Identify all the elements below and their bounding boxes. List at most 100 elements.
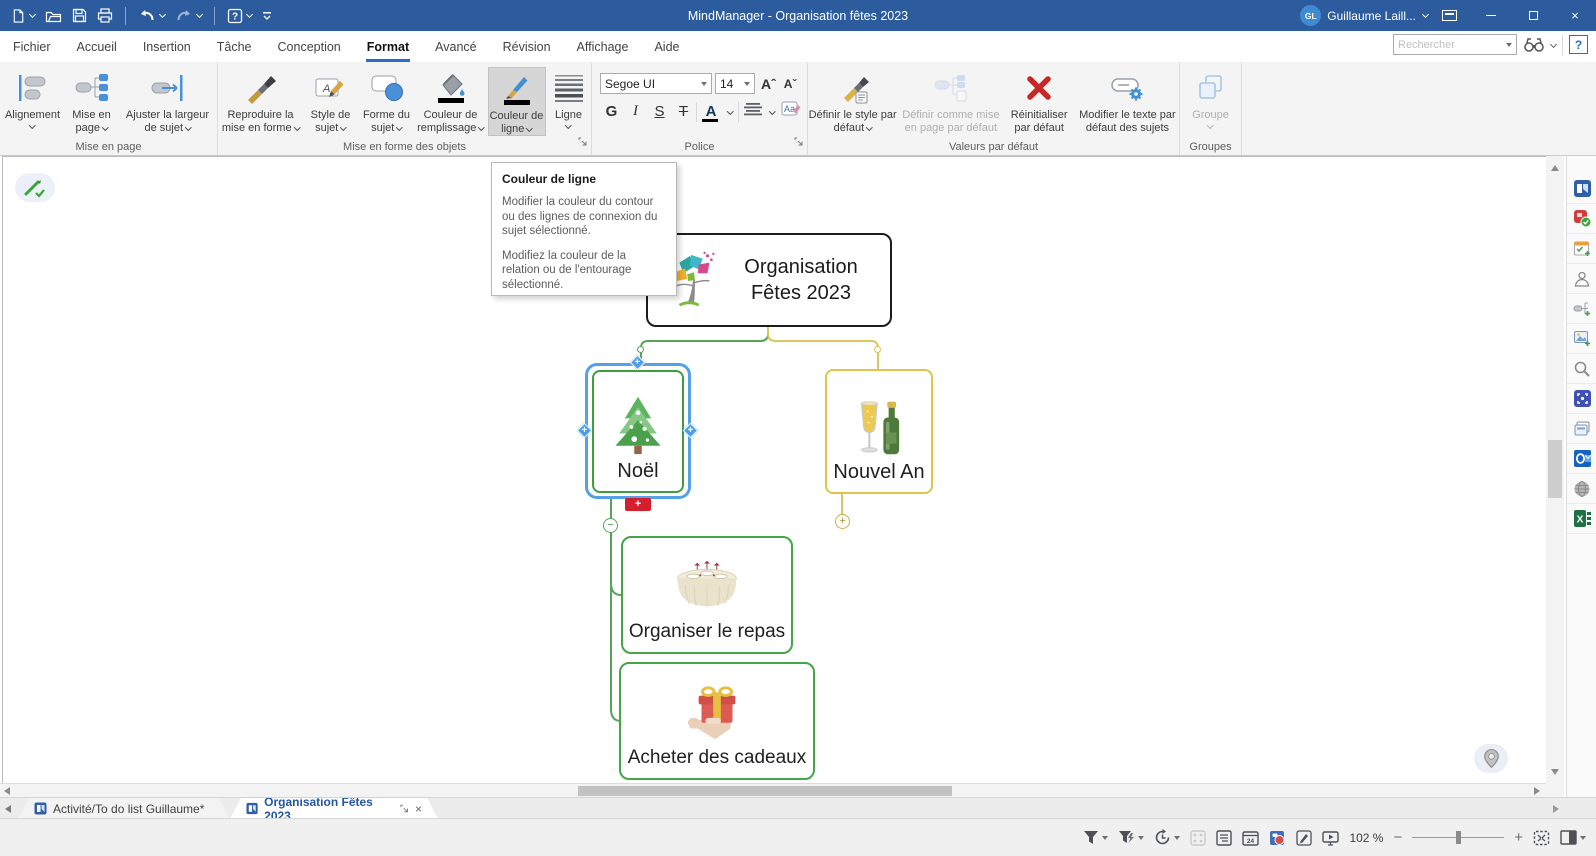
shrink-font-button[interactable]: Aˇ	[782, 77, 799, 91]
tab-aide[interactable]: Aide	[641, 31, 692, 62]
document-tab-activite[interactable]: Activité/To do list Guillaume*	[18, 798, 230, 819]
grow-font-button[interactable]: Aˆ	[758, 76, 779, 92]
close-button[interactable]: ×	[1554, 0, 1596, 31]
presentation-button[interactable]	[1322, 830, 1339, 846]
windows-pane-button[interactable]	[1567, 414, 1596, 444]
clear-formatting-button[interactable]: Aa	[775, 101, 807, 122]
excel-pane-button[interactable]: X	[1567, 504, 1596, 534]
map-pin-button[interactable]	[1474, 744, 1508, 773]
topic-cadeaux[interactable]: Acheter des cadeaux	[619, 662, 815, 780]
chevron-down-icon[interactable]	[769, 108, 775, 114]
search-pane-button[interactable]	[1567, 354, 1596, 384]
expand-button[interactable]: +	[835, 514, 850, 529]
ink-mode-button[interactable]	[1296, 830, 1312, 846]
search-input[interactable]	[1398, 39, 1506, 51]
fit-map-button[interactable]	[1533, 830, 1550, 846]
tag-view-button[interactable]	[1269, 830, 1286, 846]
couleur-ligne-button[interactable]: Couleur de ligne	[488, 67, 546, 136]
zoom-slider[interactable]	[1412, 830, 1504, 845]
flag-badge[interactable]: +	[625, 498, 651, 511]
tab-scroll-right-arrow[interactable]	[1553, 805, 1559, 813]
refresh-schedule-button[interactable]	[1154, 829, 1180, 846]
customize-toolbar-button[interactable]	[259, 8, 275, 24]
power-filter-button[interactable]	[1118, 830, 1144, 845]
horizontal-scroll-thumb[interactable]	[578, 786, 952, 796]
strikethrough-button[interactable]: T	[672, 100, 695, 123]
print-button[interactable]	[94, 6, 116, 25]
snap-pane-button[interactable]	[1567, 384, 1596, 414]
zoom-slider-thumb[interactable]	[1456, 831, 1461, 844]
restore-button[interactable]	[1512, 0, 1554, 31]
tab-revision[interactable]: Révision	[490, 31, 564, 62]
vertical-scroll-thumb[interactable]	[1548, 440, 1562, 498]
ligne-button[interactable]: Ligne	[548, 67, 590, 135]
edit-mode-button[interactable]	[15, 173, 55, 202]
scroll-down-arrow[interactable]	[1551, 769, 1559, 775]
undo-button[interactable]	[135, 6, 168, 25]
panel-layout-button[interactable]	[1560, 830, 1586, 845]
images-pane-button[interactable]	[1567, 324, 1596, 354]
minimize-button[interactable]	[1470, 0, 1512, 31]
tab-accueil[interactable]: Accueil	[64, 31, 130, 62]
definir-style-defaut-button[interactable]: Définir le style par défaut	[808, 67, 897, 135]
map-parts-pane-button[interactable]	[1567, 294, 1596, 324]
reproduire-mise-en-forme-button[interactable]: Reproduire la mise en forme	[220, 67, 302, 135]
filter-button[interactable]	[1083, 830, 1108, 845]
save-button[interactable]	[69, 6, 90, 25]
mindmanager-pane-button[interactable]	[1567, 174, 1596, 204]
topic-nouvel-an[interactable]: Nouvel An	[825, 369, 933, 494]
scroll-left-arrow[interactable]	[4, 787, 10, 795]
central-topic[interactable]: Organisation Fêtes 2023	[646, 233, 892, 327]
text-align-button[interactable]	[740, 102, 766, 121]
select-mode-button[interactable]	[1190, 830, 1206, 846]
tab-fichier[interactable]: Fichier	[0, 31, 64, 62]
style-sujet-button[interactable]: A Style de sujet	[304, 67, 358, 135]
web-pane-button[interactable]	[1567, 474, 1596, 504]
scroll-right-arrow[interactable]	[1534, 787, 1540, 795]
italic-button[interactable]: I	[624, 100, 647, 123]
chevron-down-icon[interactable]	[727, 108, 733, 114]
open-file-button[interactable]	[42, 7, 65, 25]
zoom-in-button[interactable]: +	[1514, 830, 1523, 845]
close-tab-icon[interactable]: ×	[415, 802, 422, 816]
tab-format[interactable]: Format	[354, 31, 422, 62]
tab-conception[interactable]: Conception	[265, 31, 354, 62]
avatar[interactable]: GL	[1300, 5, 1321, 26]
forme-sujet-button[interactable]: Forme du sujet	[360, 67, 414, 135]
reinitialiser-defaut-button[interactable]: Réinitialiser par défaut	[1004, 67, 1073, 135]
chevron-down-icon[interactable]	[1550, 41, 1557, 48]
map-canvas[interactable]: Couleur de ligne Modifier la couleur du …	[2, 156, 1546, 783]
underline-button[interactable]: S	[648, 100, 671, 123]
contacts-pane-button[interactable]	[1567, 264, 1596, 294]
dialog-launcher-icon[interactable]	[794, 134, 804, 152]
modifier-texte-defaut-button[interactable]: Modifier le texte par défaut des sujets	[1076, 67, 1179, 135]
tab-tache[interactable]: Tâche	[204, 31, 265, 62]
horizontal-scrollbar[interactable]	[0, 783, 1546, 797]
collapse-button[interactable]: −	[603, 518, 618, 533]
tab-insertion[interactable]: Insertion	[130, 31, 204, 62]
bold-button[interactable]: G	[600, 100, 623, 123]
tab-avance[interactable]: Avancé	[422, 31, 489, 62]
alignement-button[interactable]: Alignement	[4, 67, 62, 135]
vertical-scrollbar[interactable]	[1546, 156, 1564, 797]
account-name[interactable]: Guillaume Laill...	[1327, 9, 1416, 23]
help-button[interactable]: ?	[224, 6, 255, 26]
redo-button[interactable]	[172, 6, 205, 25]
scroll-up-arrow[interactable]	[1551, 165, 1559, 171]
ajuster-largeur-button[interactable]: Ajuster la largeur de sujet	[122, 67, 214, 135]
search-dropdown-icon[interactable]	[1506, 43, 1512, 47]
ribbon-display-options-button[interactable]	[1428, 0, 1470, 31]
font-size-select[interactable]: 14	[715, 73, 755, 94]
tasks-pane-button[interactable]	[1567, 204, 1596, 234]
font-color-button[interactable]: A	[698, 100, 724, 123]
outlook-pane-button[interactable]	[1567, 444, 1596, 474]
binoculars-icon[interactable]	[1523, 36, 1545, 54]
outline-view-button[interactable]	[1216, 830, 1232, 846]
dialog-launcher-icon[interactable]	[578, 134, 588, 152]
detach-tab-icon[interactable]	[400, 804, 409, 814]
tab-affichage[interactable]: Affichage	[564, 31, 642, 62]
help-pane-button[interactable]: ?	[1569, 35, 1588, 54]
font-name-select[interactable]: Segoe UI	[600, 73, 712, 94]
calendar-pane-button[interactable]	[1567, 234, 1596, 264]
couleur-remplissage-button[interactable]: Couleur de remplissage	[416, 67, 486, 135]
